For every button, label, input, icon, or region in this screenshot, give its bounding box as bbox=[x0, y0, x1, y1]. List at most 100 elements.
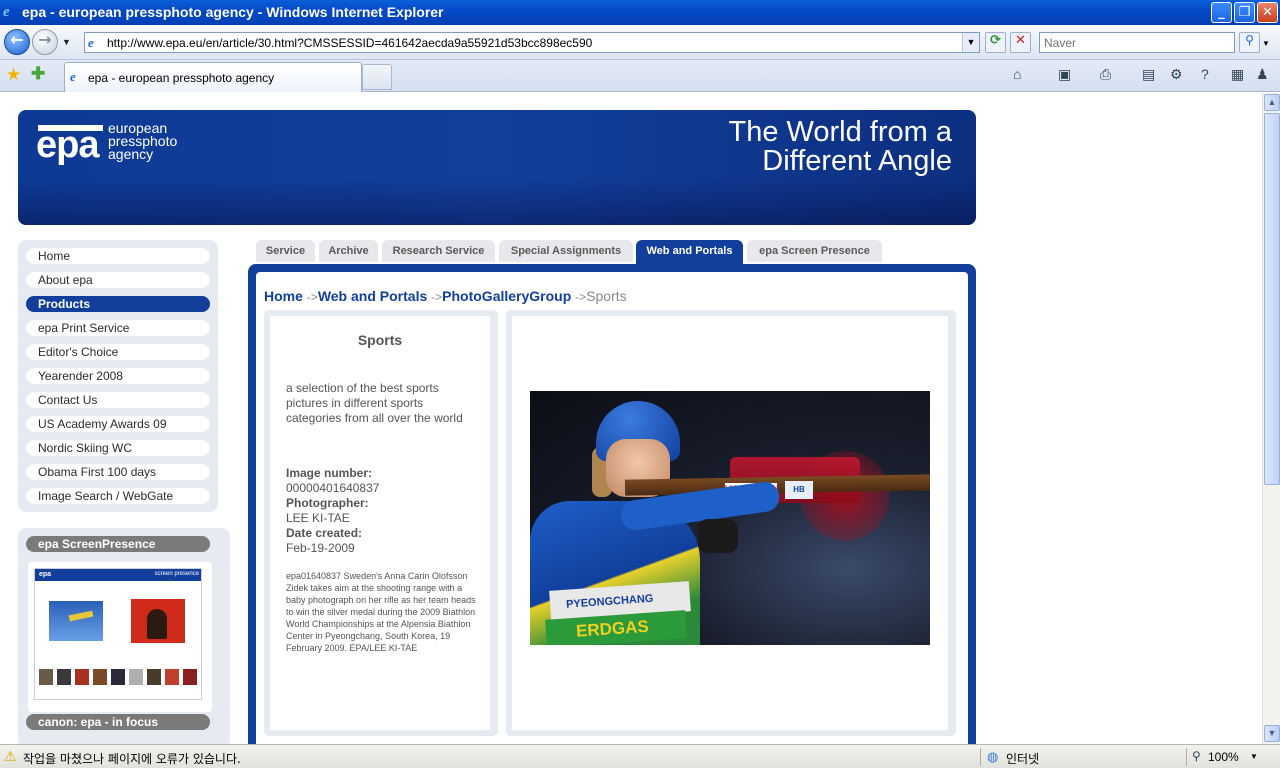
address-dropdown-icon[interactable]: ▼ bbox=[962, 33, 979, 52]
image-number-value: 00000401640837 bbox=[286, 481, 380, 495]
search-input[interactable] bbox=[1040, 33, 1234, 52]
canon-in-focus-heading[interactable]: canon: epa - in focus bbox=[26, 714, 210, 730]
add-favorites-icon[interactable]: ✚ bbox=[31, 64, 45, 84]
photo-athlete-glove bbox=[698, 519, 738, 553]
tab-research-service[interactable]: Research Service bbox=[382, 240, 495, 262]
date-created-value: Feb-19-2009 bbox=[286, 541, 355, 555]
vertical-scrollbar[interactable]: ▲ ▼ bbox=[1262, 93, 1280, 744]
back-arrow-icon: ← bbox=[10, 30, 24, 49]
screenpresence-thumbnail[interactable]: epa screen presence bbox=[28, 562, 212, 712]
minimize-button[interactable]: _ bbox=[1211, 2, 1232, 23]
nav-item-home[interactable]: Home bbox=[26, 248, 210, 264]
site-header: epa european pressphoto agency The World… bbox=[18, 110, 976, 225]
info-box: Sports a selection of the best sports pi… bbox=[264, 310, 498, 736]
tab-archive[interactable]: Archive bbox=[319, 240, 378, 262]
messenger-icon[interactable]: ♟ bbox=[1256, 66, 1269, 83]
image-metadata: Image number: 00000401640837 Photographe… bbox=[286, 466, 476, 556]
nav-item-yearender[interactable]: Yearender 2008 bbox=[26, 368, 210, 384]
photo-caption: epa01640837 Sweden's Anna Carin Olofsson… bbox=[286, 571, 476, 653]
breadcrumb-current: Sports bbox=[586, 288, 627, 304]
header-slogan: The World from a Different Angle bbox=[652, 118, 952, 176]
content-inner: Home ->Web and Portals ->PhotoGalleryGro… bbox=[256, 272, 968, 744]
search-options-icon[interactable]: ▼ bbox=[1262, 39, 1270, 48]
breadcrumb-sep: -> bbox=[306, 290, 318, 304]
ie-logo-icon: e bbox=[3, 4, 10, 20]
breadcrumb-sep: -> bbox=[575, 290, 587, 304]
forward-button[interactable]: → bbox=[32, 29, 58, 55]
nav-item-nordic-skiing[interactable]: Nordic Skiing WC bbox=[26, 440, 210, 456]
print-icon[interactable]: ⎙ bbox=[1100, 66, 1111, 83]
nav-item-editors-choice[interactable]: Editor's Choice bbox=[26, 344, 210, 360]
feeds-icon[interactable]: ▣ bbox=[1058, 66, 1071, 83]
scroll-down-arrow-icon[interactable]: ▼ bbox=[1264, 725, 1280, 742]
back-button[interactable]: ← bbox=[4, 29, 30, 55]
tab-screen-presence[interactable]: epa Screen Presence bbox=[747, 240, 882, 262]
tab-web-and-portals[interactable]: Web and Portals bbox=[636, 240, 743, 266]
nav-item-obama[interactable]: Obama First 100 days bbox=[26, 464, 210, 480]
nav-item-image-search[interactable]: Image Search / WebGate bbox=[26, 488, 210, 504]
left-navigation: Home About epa Products epa Print Servic… bbox=[18, 240, 218, 512]
date-created-label: Date created: bbox=[286, 526, 363, 540]
mini-photo-plane bbox=[49, 601, 103, 641]
tab-label: epa - european pressphoto agency bbox=[88, 71, 275, 85]
title-bar: e epa - european pressphoto agency - Win… bbox=[0, 0, 1280, 25]
stop-icon: ✕ bbox=[1015, 33, 1026, 48]
nav-item-products[interactable]: Products bbox=[26, 296, 210, 312]
page-icon: e bbox=[88, 35, 94, 50]
search-button[interactable]: ⚲ bbox=[1239, 32, 1260, 53]
slogan-line-2: Different Angle bbox=[762, 145, 952, 177]
tab-page-icon: e bbox=[70, 69, 76, 84]
tools-gear-icon[interactable]: ⚙ bbox=[1170, 66, 1183, 83]
photo-sticker-hb: HB bbox=[785, 481, 813, 499]
gallery-description: a selection of the best sports pictures … bbox=[286, 381, 463, 425]
mini-site-preview: epa screen presence bbox=[34, 568, 202, 700]
internet-zone-icon: ◍ bbox=[987, 749, 999, 764]
nav-item-print-service[interactable]: epa Print Service bbox=[26, 320, 210, 336]
address-url[interactable]: http://www.epa.eu/en/article/30.html?CMS… bbox=[107, 36, 592, 50]
refresh-button[interactable]: ⟳ bbox=[985, 32, 1006, 53]
warning-icon[interactable]: ⚠ bbox=[4, 748, 17, 765]
mini-site-title: screen presence bbox=[154, 571, 199, 577]
history-dropdown-icon[interactable]: ▼ bbox=[62, 37, 71, 47]
tab-service[interactable]: Service bbox=[256, 240, 315, 262]
nav-item-academy-awards[interactable]: US Academy Awards 09 bbox=[26, 416, 210, 432]
nav-item-contact[interactable]: Contact Us bbox=[26, 392, 210, 408]
slogan-line-1: The World from a bbox=[728, 116, 952, 148]
navigation-bar: ← → ▼ e http://www.epa.eu/en/article/30.… bbox=[0, 25, 1280, 60]
breadcrumb: Home ->Web and Portals ->PhotoGalleryGro… bbox=[264, 288, 627, 304]
nav-item-about[interactable]: About epa bbox=[26, 272, 210, 288]
zoom-dropdown-icon[interactable]: ▼ bbox=[1250, 752, 1258, 761]
breadcrumb-gallery[interactable]: PhotoGalleryGroup bbox=[442, 288, 571, 304]
epa-logo[interactable]: epa bbox=[36, 124, 99, 167]
biathlon-photo[interactable]: VIESSMANN HB PYEONGCHANG ERDGAS bbox=[530, 391, 930, 645]
zoom-icon[interactable]: ⚲ bbox=[1192, 749, 1201, 763]
search-icon: ⚲ bbox=[1245, 33, 1254, 47]
favorites-star-icon[interactable]: ★ bbox=[6, 65, 21, 85]
page-menu-icon[interactable]: ▤ bbox=[1142, 66, 1155, 83]
forward-arrow-icon: → bbox=[38, 30, 52, 49]
breadcrumb-home[interactable]: Home bbox=[264, 288, 303, 304]
mini-site-header: epa screen presence bbox=[35, 569, 201, 581]
new-tab-button[interactable] bbox=[362, 64, 392, 90]
research-icon[interactable]: ▦ bbox=[1231, 66, 1244, 83]
breadcrumb-web-portals[interactable]: Web and Portals bbox=[318, 288, 427, 304]
mini-strip-thumb bbox=[93, 669, 107, 685]
address-bar[interactable]: e http://www.epa.eu/en/article/30.html?C… bbox=[84, 32, 980, 53]
photo-box: VIESSMANN HB PYEONGCHANG ERDGAS bbox=[506, 310, 956, 736]
help-icon[interactable]: ? bbox=[1201, 66, 1209, 82]
mini-strip-thumb bbox=[129, 669, 143, 685]
scroll-thumb[interactable] bbox=[1264, 113, 1280, 485]
tab-special-assignments[interactable]: Special Assignments bbox=[499, 240, 633, 262]
page-viewport: epa european pressphoto agency The World… bbox=[0, 93, 1262, 744]
photographer-value: LEE KI-TAE bbox=[286, 511, 350, 525]
search-box[interactable] bbox=[1039, 32, 1235, 53]
home-icon[interactable]: ⌂ bbox=[1013, 66, 1021, 82]
restore-button[interactable]: ❐ bbox=[1234, 2, 1255, 23]
screenpresence-heading[interactable]: epa ScreenPresence bbox=[26, 536, 210, 552]
stop-button[interactable]: ✕ bbox=[1010, 32, 1031, 53]
close-window-button[interactable]: ✕ bbox=[1257, 2, 1278, 23]
scroll-up-arrow-icon[interactable]: ▲ bbox=[1264, 94, 1280, 111]
header-shade bbox=[18, 177, 976, 225]
tab-epa[interactable]: e epa - european pressphoto agency bbox=[64, 62, 362, 92]
zoom-level[interactable]: 100% bbox=[1208, 750, 1239, 764]
